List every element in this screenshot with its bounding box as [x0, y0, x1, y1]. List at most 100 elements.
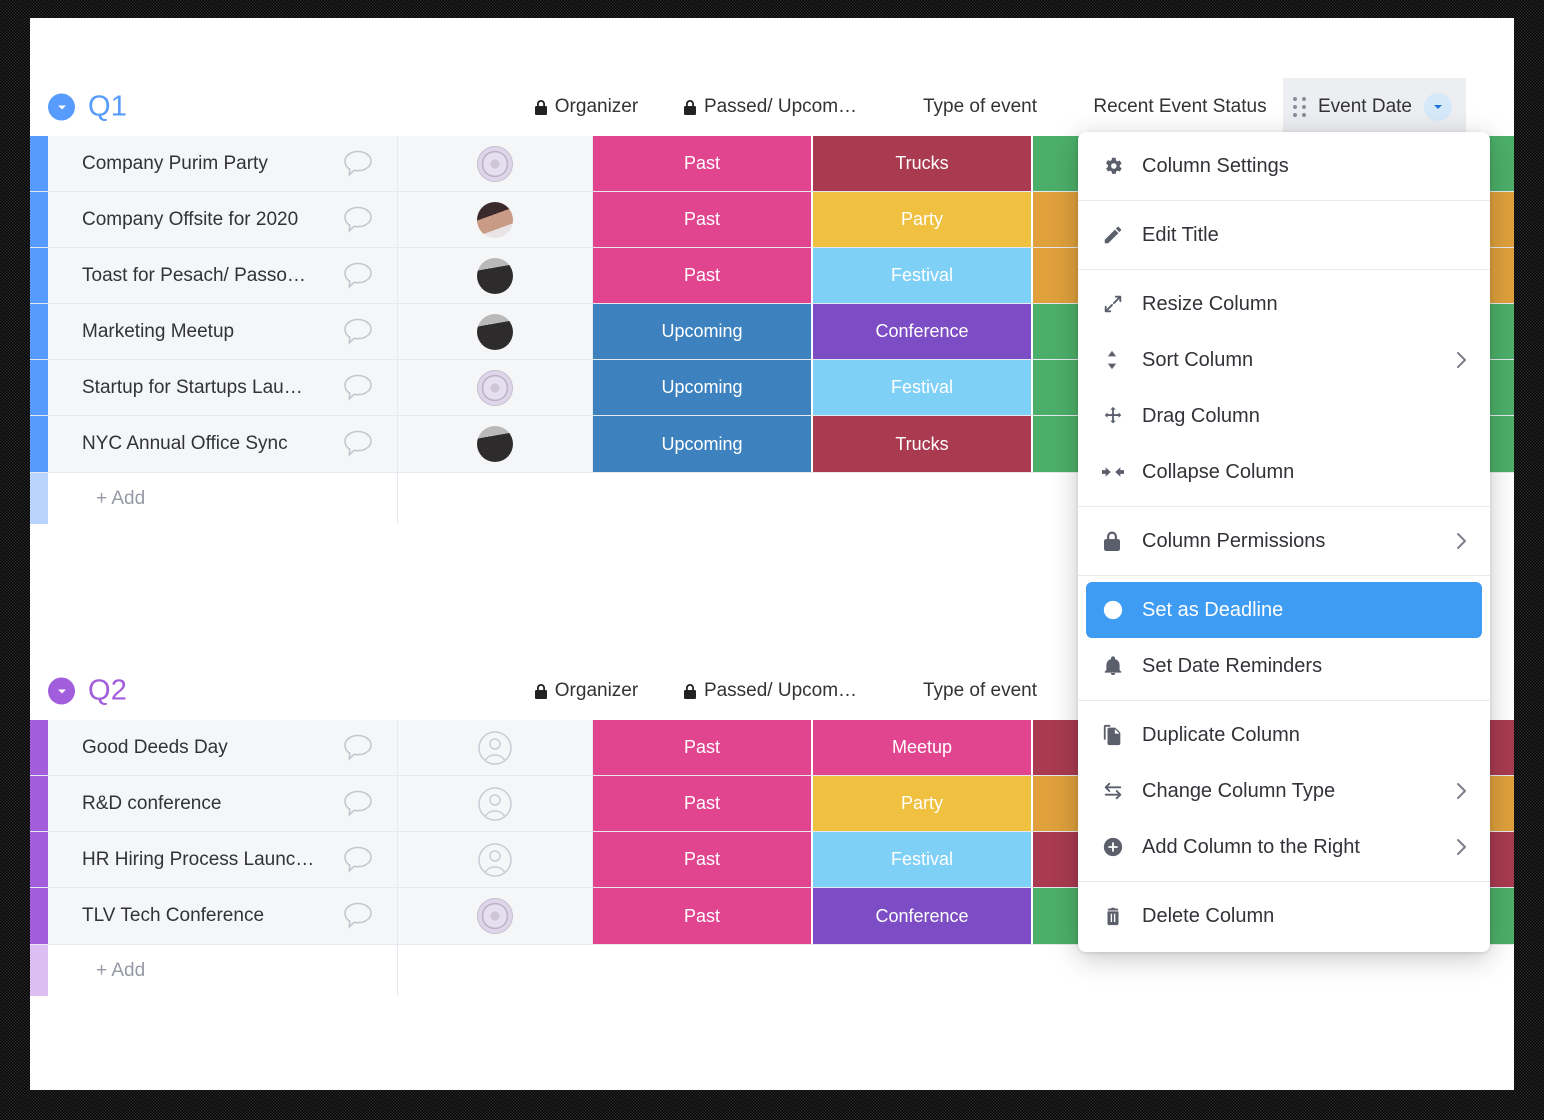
menu-item-column-permissions[interactable]: Column Permissions: [1078, 513, 1490, 569]
type-badge: Party: [901, 793, 943, 814]
chevron-right-icon: [1455, 350, 1468, 370]
menu-item-edit-title[interactable]: Edit Title: [1078, 207, 1490, 263]
cell-passed-upcoming[interactable]: Upcoming: [593, 360, 813, 415]
column-header-passed-upcoming-q2[interactable]: Passed/ Upcom…: [640, 680, 900, 702]
swap-icon: [1102, 780, 1142, 802]
cell-organizer[interactable]: [398, 720, 593, 775]
add-row-q2-label[interactable]: + Add: [48, 945, 398, 996]
comment-bubble-icon[interactable]: [341, 260, 375, 292]
cell-passed-upcoming[interactable]: Upcoming: [593, 416, 813, 472]
comment-bubble-icon[interactable]: [341, 316, 375, 348]
type-badge: Festival: [891, 849, 953, 870]
cell-organizer[interactable]: [398, 136, 593, 191]
cell-passed-upcoming[interactable]: Past: [593, 776, 813, 831]
avatar[interactable]: [477, 314, 513, 350]
cell-type-of-event[interactable]: Festival: [813, 248, 1033, 303]
cell-passed-upcoming[interactable]: Past: [593, 192, 813, 247]
cell-passed-upcoming[interactable]: Past: [593, 832, 813, 887]
comment-bubble-icon[interactable]: [341, 732, 375, 764]
cell-organizer[interactable]: [398, 192, 593, 247]
comment-bubble-icon[interactable]: [341, 372, 375, 404]
cell-event-name[interactable]: Good Deeds Day: [48, 720, 398, 775]
cell-type-of-event[interactable]: Trucks: [813, 416, 1033, 472]
avatar-placeholder-icon[interactable]: [477, 786, 513, 822]
menu-item-delete-column[interactable]: Delete Column: [1078, 888, 1490, 944]
cell-organizer[interactable]: [398, 304, 593, 359]
comment-bubble-icon[interactable]: [341, 148, 375, 180]
cell-type-of-event[interactable]: Party: [813, 192, 1033, 247]
avatar[interactable]: [477, 426, 513, 462]
cell-organizer[interactable]: [398, 888, 593, 944]
menu-item-resize-column[interactable]: Resize Column: [1078, 276, 1490, 332]
column-header-type-of-event-q2[interactable]: Type of event: [870, 680, 1090, 702]
cell-event-name[interactable]: HR Hiring Process Launc…: [48, 832, 398, 887]
comment-bubble-icon[interactable]: [341, 900, 375, 932]
avatar[interactable]: [477, 202, 513, 238]
avatar-placeholder-icon[interactable]: [477, 842, 513, 878]
cell-event-name[interactable]: Startup for Startups Lau…: [48, 360, 398, 415]
menu-item-change-column-type[interactable]: Change Column Type: [1078, 763, 1490, 819]
avatar-placeholder-icon[interactable]: [477, 730, 513, 766]
status-badge: Upcoming: [661, 321, 742, 342]
menu-item-add-column-to-the-right[interactable]: Add Column to the Right: [1078, 819, 1490, 875]
sort-icon: [1102, 349, 1142, 371]
group-title-q2[interactable]: Q2: [88, 675, 127, 708]
drag-handle-icon[interactable]: [1293, 97, 1306, 117]
comment-bubble-icon[interactable]: [341, 844, 375, 876]
chevron-down-icon[interactable]: [1424, 93, 1452, 121]
cell-passed-upcoming[interactable]: Past: [593, 248, 813, 303]
cell-passed-upcoming[interactable]: Past: [593, 888, 813, 944]
cell-event-name[interactable]: Company Purim Party: [48, 136, 398, 191]
cell-event-name[interactable]: Toast for Pesach/ Passo…: [48, 248, 398, 303]
menu-item-set-as-deadline[interactable]: Set as Deadline: [1086, 582, 1482, 638]
cell-organizer[interactable]: [398, 360, 593, 415]
cell-passed-upcoming[interactable]: Upcoming: [593, 304, 813, 359]
collapse-group-q1-button[interactable]: [48, 94, 75, 121]
cell-event-name[interactable]: Marketing Meetup: [48, 304, 398, 359]
comment-bubble-icon[interactable]: [341, 788, 375, 820]
cell-type-of-event[interactable]: Festival: [813, 360, 1033, 415]
menu-item-collapse-column[interactable]: Collapse Column: [1078, 444, 1490, 500]
group-color-bar: [30, 945, 48, 996]
comment-bubble-icon[interactable]: [341, 428, 375, 460]
board-card: Q1 Organizer Passed/ Upcom… Type of even…: [30, 18, 1514, 1090]
cell-event-name[interactable]: R&D conference: [48, 776, 398, 831]
cell-passed-upcoming[interactable]: Past: [593, 136, 813, 191]
cell-organizer[interactable]: [398, 776, 593, 831]
column-header-recent-event-status[interactable]: Recent Event Status: [1050, 96, 1310, 118]
menu-item-sort-column[interactable]: Sort Column: [1078, 332, 1490, 388]
cell-type-of-event[interactable]: Party: [813, 776, 1033, 831]
clock-icon: [1102, 599, 1142, 621]
menu-item-set-date-reminders[interactable]: Set Date Reminders: [1078, 638, 1490, 694]
menu-item-label: Column Settings: [1142, 155, 1289, 178]
cell-type-of-event[interactable]: Conference: [813, 888, 1033, 944]
column-header-passed-upcoming[interactable]: Passed/ Upcom…: [640, 96, 900, 118]
cell-type-of-event[interactable]: Meetup: [813, 720, 1033, 775]
menu-item-drag-column[interactable]: Drag Column: [1078, 388, 1490, 444]
column-header-event-date[interactable]: Event Date: [1283, 78, 1466, 136]
avatar[interactable]: [477, 898, 513, 934]
cell-type-of-event[interactable]: Conference: [813, 304, 1033, 359]
add-row-q1-label[interactable]: + Add: [48, 473, 398, 524]
cell-passed-upcoming[interactable]: Past: [593, 720, 813, 775]
chevron-right-icon: [1455, 531, 1468, 551]
menu-item-column-settings[interactable]: Column Settings: [1078, 138, 1490, 194]
avatar[interactable]: [477, 370, 513, 406]
cell-type-of-event[interactable]: Festival: [813, 832, 1033, 887]
column-header-type-of-event-label: Type of event: [923, 96, 1037, 118]
collapse-group-q2-button[interactable]: [48, 678, 75, 705]
menu-item-duplicate-column[interactable]: Duplicate Column: [1078, 707, 1490, 763]
menu-separator: [1078, 881, 1490, 882]
cell-organizer[interactable]: [398, 248, 593, 303]
avatar[interactable]: [477, 258, 513, 294]
group-title-q1[interactable]: Q1: [88, 91, 127, 124]
cell-event-name[interactable]: Company Offsite for 2020: [48, 192, 398, 247]
avatar[interactable]: [477, 146, 513, 182]
cell-organizer[interactable]: [398, 416, 593, 472]
cell-event-name[interactable]: TLV Tech Conference: [48, 888, 398, 944]
comment-bubble-icon[interactable]: [341, 204, 375, 236]
cell-type-of-event[interactable]: Trucks: [813, 136, 1033, 191]
cell-event-name[interactable]: NYC Annual Office Sync: [48, 416, 398, 472]
cell-organizer[interactable]: [398, 832, 593, 887]
trash-icon: [1102, 905, 1142, 927]
